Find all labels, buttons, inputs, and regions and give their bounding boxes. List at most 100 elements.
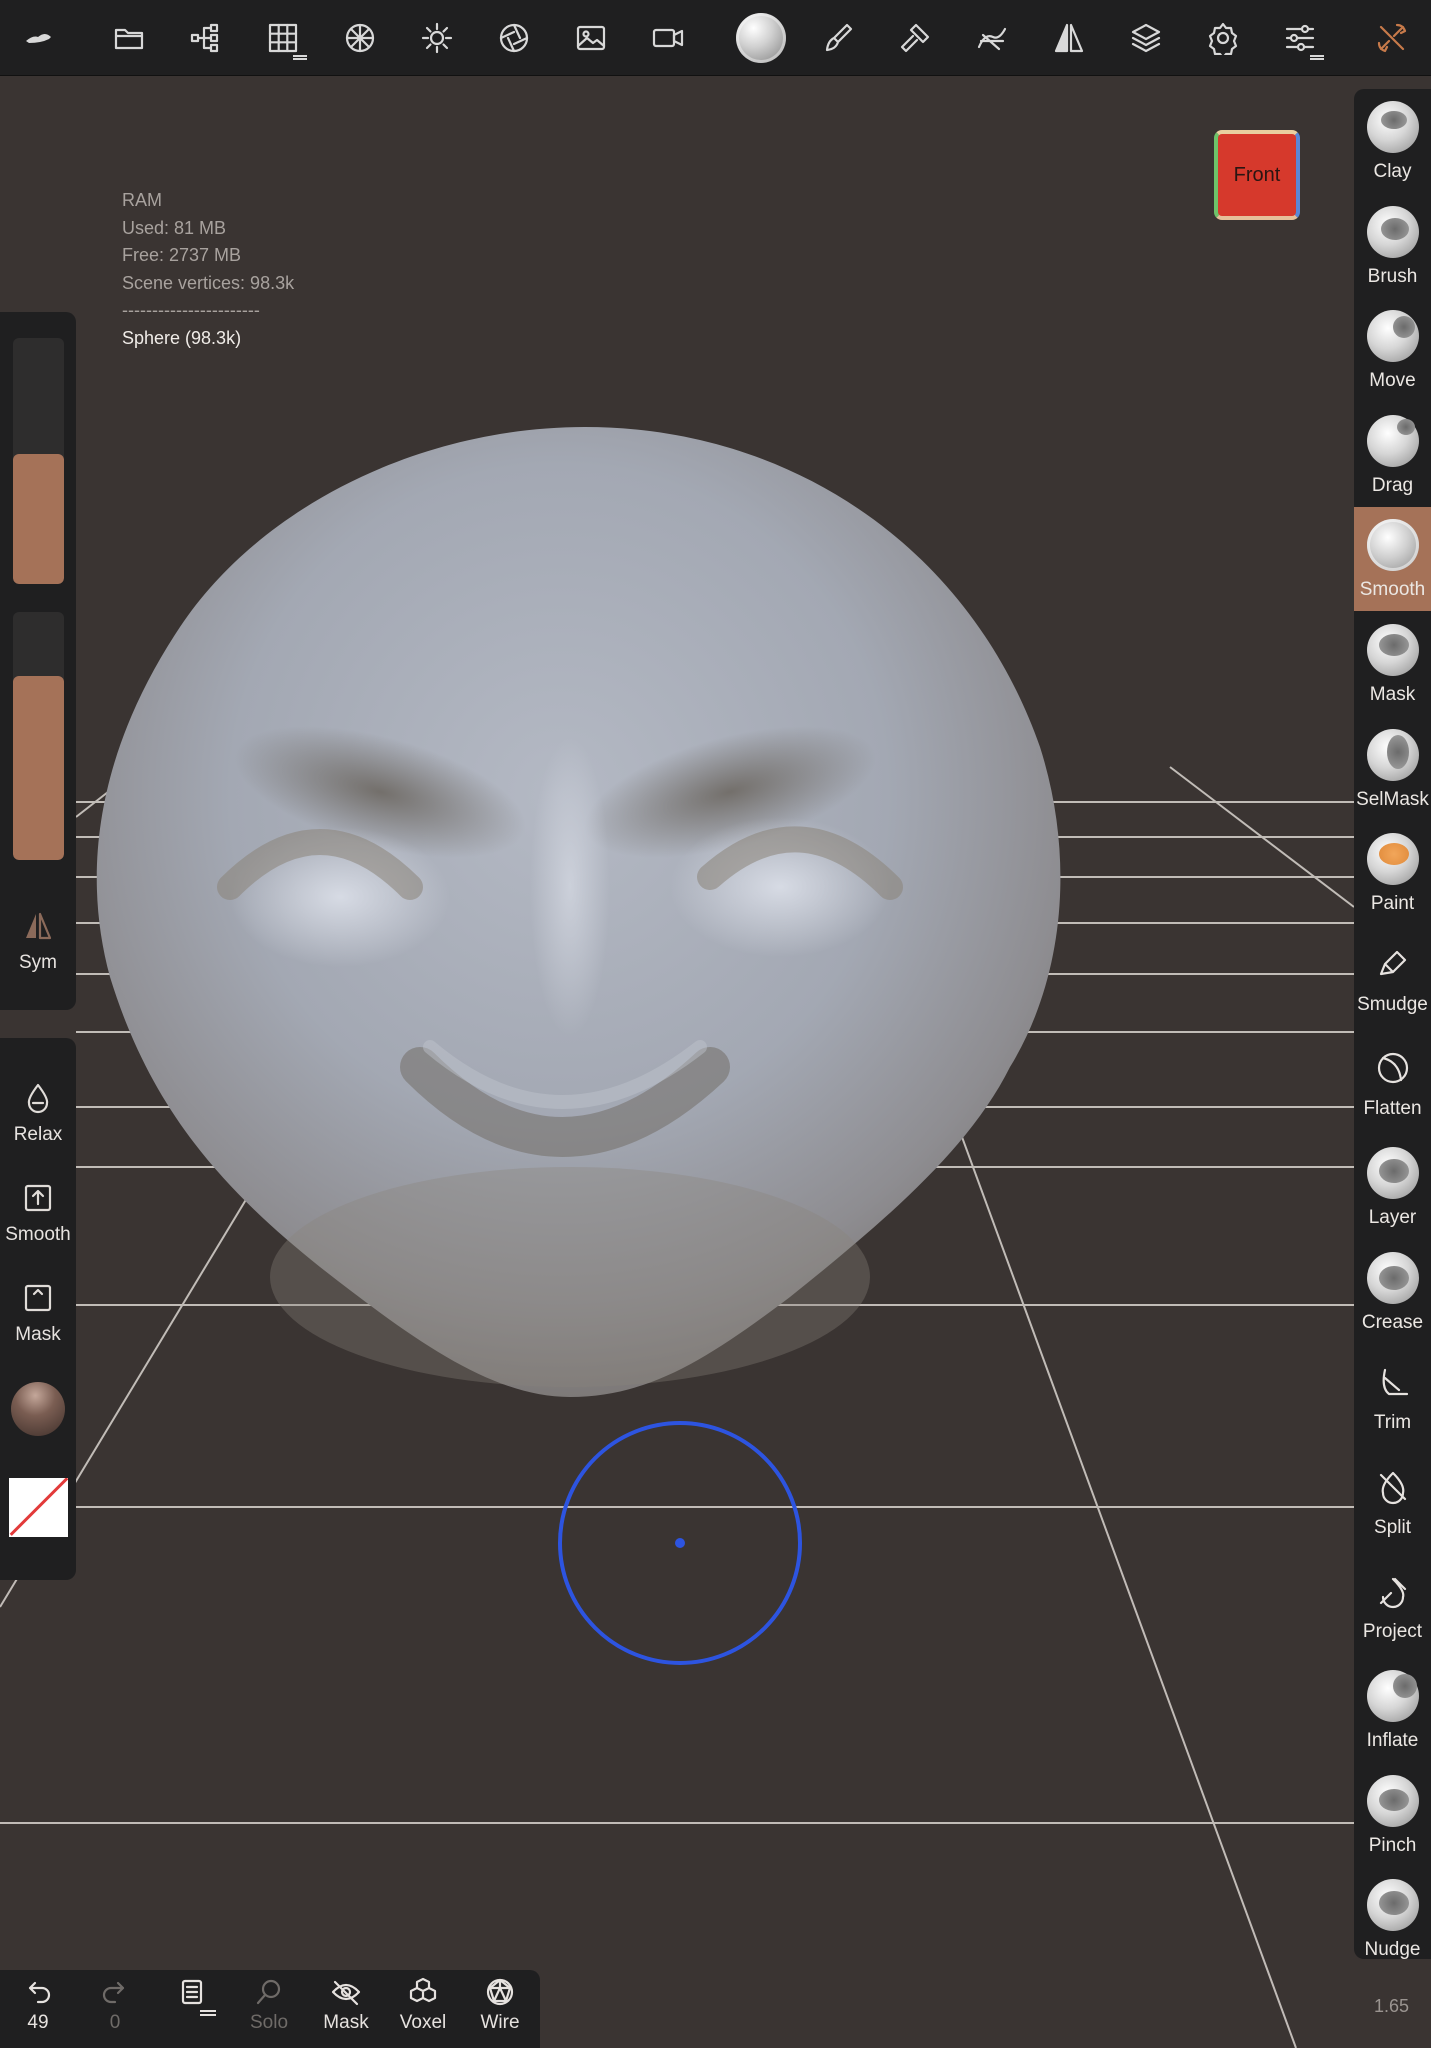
tool-project[interactable]: Project: [1354, 1553, 1431, 1657]
sliders-icon[interactable]: [1272, 10, 1328, 66]
selmask-brush-icon: [1366, 728, 1419, 781]
light-icon[interactable]: [409, 10, 465, 66]
tool-paint[interactable]: Paint: [1354, 821, 1431, 925]
material-preview[interactable]: [11, 1382, 65, 1436]
mask-button[interactable]: Mask: [0, 1282, 76, 1346]
tool-mask[interactable]: Mask: [1354, 612, 1431, 716]
tool-label: Paint: [1370, 893, 1415, 915]
ram-free: Free: 2737 MB: [122, 245, 242, 265]
tool-label: Move: [1369, 370, 1416, 392]
solo-button[interactable]: Solo: [231, 1976, 307, 2034]
paint-brush-icon[interactable]: [810, 10, 866, 66]
mask-visibility-label: Mask: [323, 2012, 369, 2033]
tool-flatten[interactable]: Flatten: [1354, 1030, 1431, 1134]
brush-dent: [1396, 418, 1415, 435]
tool-drag[interactable]: Drag: [1354, 403, 1431, 507]
tool-palette: Clay Brush Move Drag Smooth Mask SelMask Paint S…: [1354, 89, 1431, 1959]
tool-smooth[interactable]: Smooth: [1354, 507, 1431, 612]
history-submenu-indicator: [200, 2010, 216, 2016]
hammer-icon[interactable]: [887, 10, 943, 66]
tools-icon[interactable]: [1364, 10, 1420, 66]
settings-icon[interactable]: [1195, 10, 1251, 66]
layers-icon[interactable]: [1118, 10, 1174, 66]
tool-crease[interactable]: Crease: [1354, 1240, 1431, 1344]
topology-icon[interactable]: [332, 10, 388, 66]
split-tool-icon: [1379, 1471, 1406, 1504]
tool-inflate[interactable]: Inflate: [1354, 1658, 1431, 1762]
submenu-indicator: [1310, 55, 1324, 60]
radius-slider[interactable]: [13, 338, 64, 584]
brush-dent: [1380, 217, 1409, 240]
wire-button[interactable]: Wire: [462, 1976, 538, 2034]
tool-label: Drag: [1371, 474, 1414, 496]
brush-settings-panel: Sym: [0, 312, 76, 1010]
undo-count: 49: [27, 2012, 49, 2033]
sym-toggle[interactable]: Sym: [0, 910, 76, 974]
relax-button[interactable]: Relax: [0, 1082, 76, 1146]
intensity-slider[interactable]: [13, 612, 64, 860]
ram-title: RAM: [122, 190, 162, 210]
mask-caret-icon: [24, 1284, 52, 1312]
grid-icon[interactable]: [255, 10, 311, 66]
tool-clay[interactable]: Clay: [1354, 89, 1431, 193]
stroke-icon[interactable]: [964, 10, 1020, 66]
app-logo-icon[interactable]: [10, 10, 66, 66]
brush-dent: [1392, 1674, 1417, 1698]
smooth-upload-icon: [24, 1184, 52, 1212]
folder-icon[interactable]: [101, 10, 157, 66]
undo-button[interactable]: 49: [0, 1976, 76, 2034]
tool-selmask[interactable]: SelMask: [1354, 717, 1431, 821]
tool-label: Clay: [1373, 161, 1412, 182]
selected-object-name[interactable]: Sphere (98.3k): [122, 325, 294, 353]
image-icon[interactable]: [563, 10, 619, 66]
relax-label: Relax: [13, 1124, 63, 1145]
brush-dent: [1378, 634, 1409, 656]
view-cube[interactable]: Front: [1214, 130, 1300, 220]
active-tool-icon[interactable]: [733, 10, 789, 66]
camera-icon[interactable]: [640, 10, 696, 66]
smooth-button[interactable]: Smooth: [0, 1182, 76, 1246]
voxel-button[interactable]: Voxel: [385, 1976, 461, 2034]
symmetry-icon: [26, 912, 52, 940]
search-icon: [256, 1979, 281, 2005]
3d-viewport[interactable]: RAM Used: 81 MB Free: 2737 MB Scene vert…: [0, 77, 1431, 2048]
notebook-icon: [181, 1979, 203, 2005]
tool-move[interactable]: Move: [1354, 298, 1431, 402]
solo-label: Solo: [249, 2012, 289, 2033]
sculpt-mesh-head[interactable]: [90, 417, 1080, 1407]
brush-dent: [1378, 1788, 1409, 1811]
submenu-indicator: [293, 55, 307, 60]
tool-layer[interactable]: Layer: [1354, 1135, 1431, 1239]
tool-pinch[interactable]: Pinch: [1354, 1763, 1431, 1867]
scene-tree-icon[interactable]: [178, 10, 234, 66]
redo-button[interactable]: 0: [77, 1976, 153, 2034]
tool-label: Pinch: [1368, 1834, 1417, 1856]
wireframe-icon: [486, 1978, 514, 2006]
pinch-brush-icon: [1366, 1774, 1419, 1827]
smooth-label: Smooth: [5, 1224, 71, 1245]
symmetry-icon[interactable]: [1041, 10, 1097, 66]
tool-label: Mask: [1369, 684, 1416, 705]
brush-dent: [1378, 1265, 1409, 1290]
zoom-level: 1.65: [1374, 1996, 1410, 2016]
mask-visibility-button[interactable]: Mask: [308, 1976, 384, 2034]
radius-slider-fill: [13, 453, 64, 584]
tool-split[interactable]: Split: [1354, 1449, 1431, 1553]
history-button[interactable]: [154, 1976, 230, 2016]
tool-label: Trim: [1373, 1412, 1412, 1434]
no-color-slash: [9, 1478, 68, 1536]
brush-dent: [1392, 316, 1415, 339]
brush-dent: [1380, 111, 1407, 129]
mask-brush-icon: [1366, 624, 1419, 676]
tool-trim[interactable]: Trim: [1354, 1344, 1431, 1448]
shading-icon[interactable]: [486, 10, 542, 66]
smooth-brush-icon: [1366, 519, 1419, 572]
flatten-brush-icon: [1377, 1053, 1408, 1084]
tool-label: SelMask: [1356, 788, 1429, 810]
tool-nudge[interactable]: Nudge: [1354, 1867, 1431, 1959]
intensity-slider-fill: [13, 676, 64, 860]
color-swatch[interactable]: [9, 1478, 68, 1537]
tool-label: Split: [1374, 1516, 1411, 1538]
tool-smudge[interactable]: Smudge: [1354, 926, 1431, 1030]
tool-brush[interactable]: Brush: [1354, 194, 1431, 298]
